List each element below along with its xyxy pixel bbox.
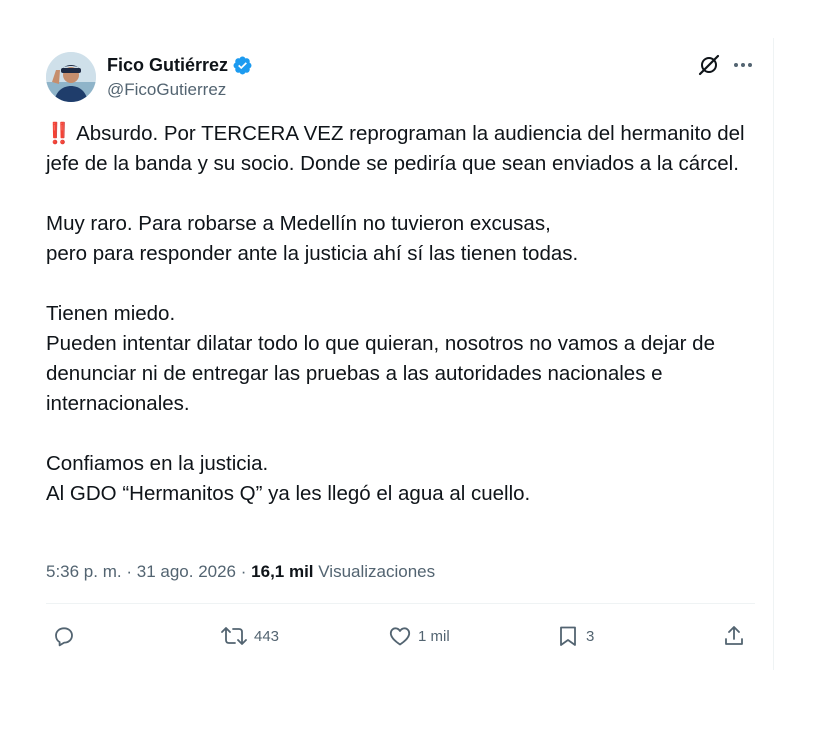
tweet-paragraph-2: Muy raro. Para robarse a Medellín no tuv…: [46, 209, 758, 269]
like-button[interactable]: 1 mil: [388, 620, 450, 652]
tweet-text: ‼️ Absurdo. Por TERCERA VEZ reprograman …: [46, 119, 758, 509]
bookmark-icon: [560, 626, 576, 646]
double-exclamation-emoji: ‼️: [46, 122, 72, 145]
reply-icon: [55, 627, 73, 647]
reply-button[interactable]: [52, 620, 82, 652]
author-name-row: Fico Gutiérrez: [107, 54, 253, 76]
retweet-icon: [221, 627, 247, 645]
tweet-line: Tienen miedo.: [46, 302, 176, 325]
avatar-image: [46, 52, 96, 102]
views-count[interactable]: 16,1 mil: [251, 562, 313, 581]
tweet-line: Muy raro. Para robarse a Medellín no tuv…: [46, 212, 551, 235]
author-handle[interactable]: @FicoGutierrez: [107, 79, 226, 101]
tweet-paragraph-3: Tienen miedo. Pueden intentar dilatar to…: [46, 299, 758, 419]
views-label: Visualizaciones: [318, 562, 436, 581]
like-count: 1 mil: [418, 627, 450, 645]
retweet-button[interactable]: 443: [220, 620, 279, 652]
tweet-paragraph-1: ‼️ Absurdo. Por TERCERA VEZ reprograman …: [46, 119, 758, 179]
retweet-count: 443: [254, 627, 280, 645]
tweet-line: Al GDO “Hermanitos Q” ya les llegó el ag…: [46, 482, 531, 505]
action-bar: 443 1 mil 3: [0, 620, 838, 652]
bookmark-button[interactable]: 3: [556, 620, 594, 652]
verified-badge-icon[interactable]: [232, 55, 253, 76]
avatar[interactable]: [46, 52, 96, 102]
heart-icon: [389, 627, 411, 646]
meta-separator: ·: [126, 562, 133, 581]
share-icon: [725, 626, 743, 645]
tweet-line: Absurdo. Por TERCERA VEZ reprograman la …: [46, 122, 745, 175]
tweet-line: pero para responder ante la justicia ahí…: [46, 242, 579, 265]
bookmark-count: 3: [586, 627, 595, 645]
tweet-time[interactable]: 5:36 p. m.: [46, 562, 122, 581]
tweet-line: Confiamos en la justicia.: [46, 452, 269, 475]
share-button[interactable]: [722, 620, 752, 652]
tweet-date[interactable]: 31 ago. 2026: [137, 562, 236, 581]
divider: [46, 603, 755, 604]
grok-icon[interactable]: [698, 54, 720, 76]
tweet-line: Pueden intentar dilatar todo lo que quie…: [46, 332, 715, 415]
tweet-paragraph-4: Confiamos en la justicia. Al GDO “Herman…: [46, 449, 758, 509]
tweet-meta: 5:36 p. m. · 31 ago. 2026 · 16,1 mil Vis…: [46, 560, 435, 584]
meta-separator: ·: [240, 562, 247, 581]
more-options-icon[interactable]: [731, 54, 755, 76]
timeline-right-border: [773, 38, 774, 670]
author-display-name[interactable]: Fico Gutiérrez: [107, 54, 228, 76]
